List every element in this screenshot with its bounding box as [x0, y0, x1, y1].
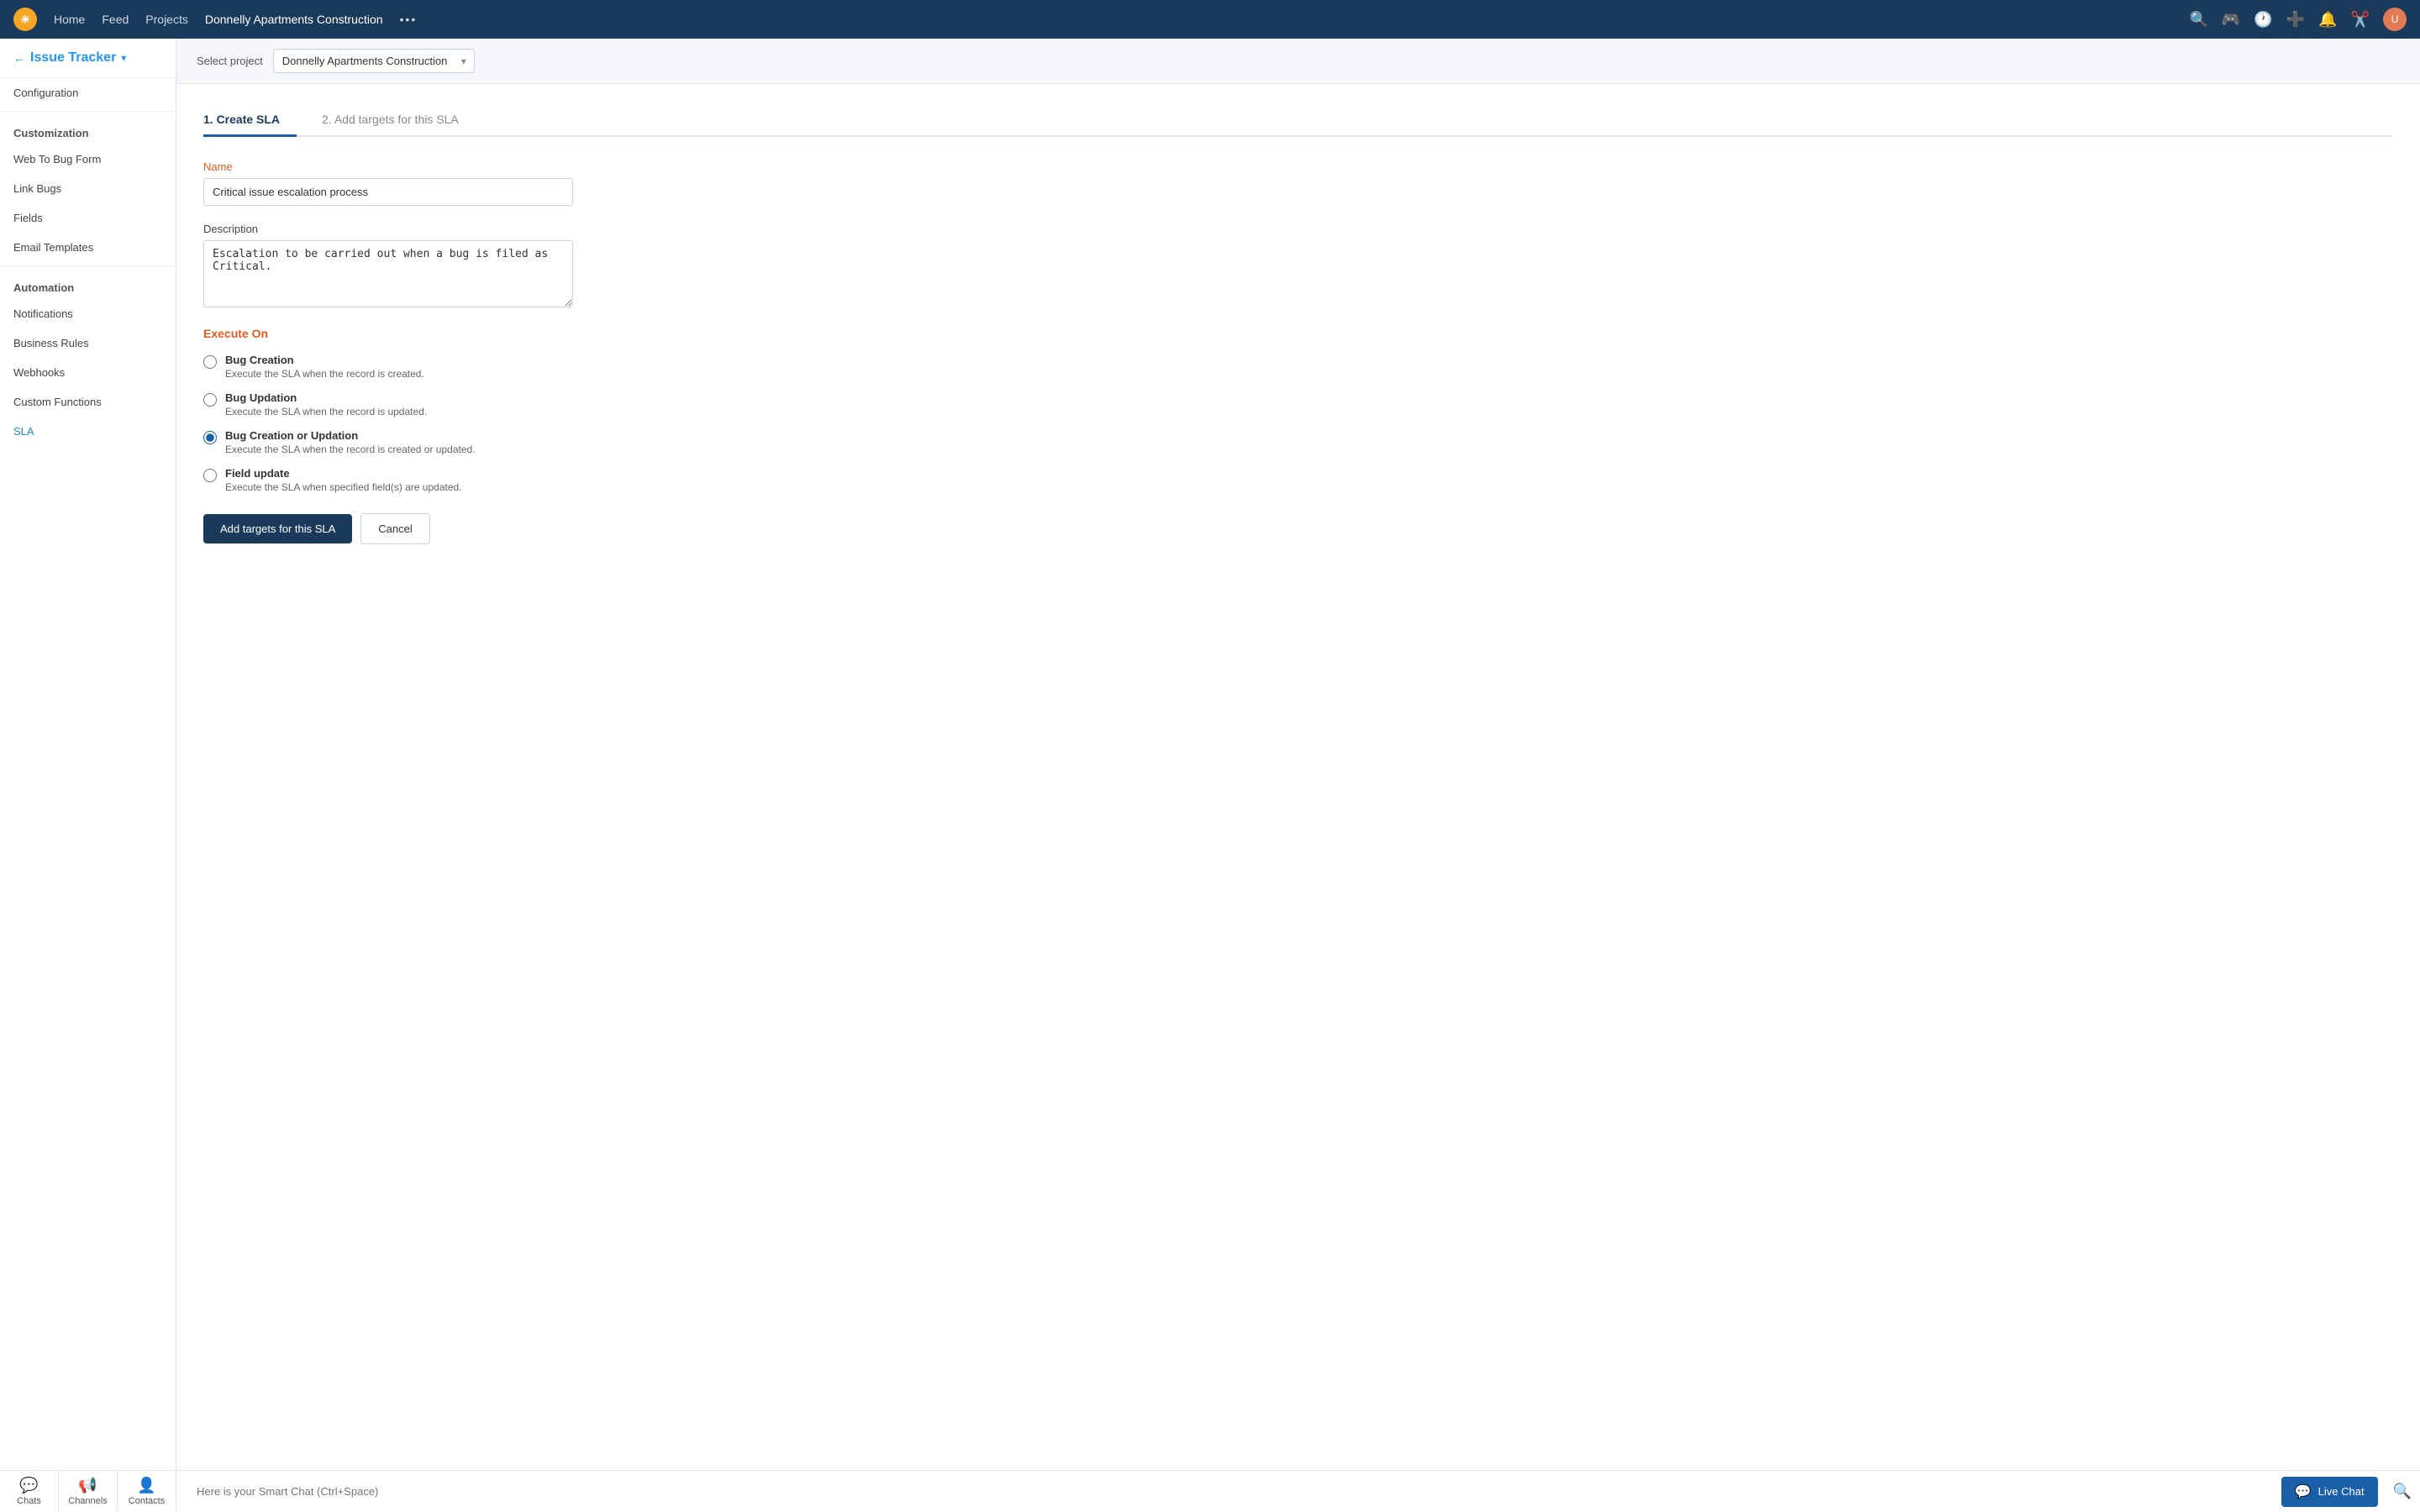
radio-bug-updation-desc: Execute the SLA when the record is updat… [225, 406, 427, 417]
smart-chat-input[interactable] [197, 1485, 2261, 1498]
top-nav-action-icons: 🔍 🎮 🕐 ➕ 🔔 ✂️ U [2189, 8, 2407, 31]
search-icon[interactable]: 🔍 [2189, 11, 2207, 29]
sidebar-item-business-rules[interactable]: Business Rules [0, 328, 176, 358]
radio-field-update-label: Field update [225, 467, 462, 480]
bottom-left-tabs: 💬 Chats 📢 Channels 👤 Contacts [0, 1472, 176, 1511]
radio-bug-creation-label: Bug Creation [225, 354, 424, 366]
sidebar-item-link-bugs[interactable]: Link Bugs [0, 174, 176, 203]
live-chat-icon: 💬 [2295, 1483, 2312, 1500]
cancel-button[interactable]: Cancel [360, 513, 429, 544]
live-chat-label: Live Chat [2318, 1485, 2365, 1498]
channels-label: Channels [68, 1496, 107, 1506]
tab-create-sla[interactable]: 1. Create SLA [203, 104, 297, 137]
name-field-group: Name [203, 160, 2393, 206]
sidebar-title[interactable]: Issue Tracker [30, 50, 116, 66]
execute-on-group: Execute On Bug Creation Execute the SLA … [203, 327, 2393, 493]
sidebar-header: ← Issue Tracker ▾ [0, 39, 176, 78]
chats-icon: 💬 [19, 1477, 38, 1494]
sidebar-item-webhooks[interactable]: Webhooks [0, 358, 176, 387]
nav-feed[interactable]: Feed [102, 13, 129, 26]
sidebar-dropdown-icon[interactable]: ▾ [121, 52, 126, 64]
sidebar-item-sla[interactable]: SLA [0, 417, 176, 446]
channels-icon: 📢 [78, 1477, 97, 1494]
bell-icon[interactable]: 🔔 [2318, 11, 2337, 29]
radio-creation-or-updation-desc: Execute the SLA when the record is creat… [225, 444, 476, 455]
sidebar-item-web-to-bug-form[interactable]: Web To Bug Form [0, 144, 176, 174]
automation-section-label: Automation [0, 270, 176, 299]
radio-creation-or-updation-label: Bug Creation or Updation [225, 429, 476, 442]
sidebar-item-notifications[interactable]: Notifications [0, 299, 176, 328]
name-label: Name [203, 160, 2393, 173]
project-select-wrapper: Donnelly Apartments Construction [273, 49, 475, 73]
radio-bug-updation-input[interactable] [203, 393, 217, 407]
tab-add-targets[interactable]: 2. Add targets for this SLA [322, 104, 476, 137]
execute-on-label: Execute On [203, 327, 2393, 340]
radio-bug-creation-desc: Execute the SLA when the record is creat… [225, 368, 424, 380]
chats-label: Chats [17, 1496, 41, 1506]
form-area: 1. Create SLA 2. Add targets for this SL… [176, 84, 2420, 1470]
top-nav-links: Home Feed Projects [54, 13, 188, 26]
nav-home[interactable]: Home [54, 13, 85, 26]
smart-chat-area [176, 1485, 2281, 1498]
project-select[interactable]: Donnelly Apartments Construction [273, 49, 475, 73]
back-icon[interactable]: ← [13, 51, 25, 65]
sidebar-item-custom-functions[interactable]: Custom Functions [0, 387, 176, 417]
nav-more-options[interactable]: ••• [400, 13, 418, 26]
project-bar-label: Select project [197, 55, 263, 67]
bottom-tab-channels[interactable]: 📢 Channels [59, 1472, 118, 1511]
content-area: Select project Donnelly Apartments Const… [176, 39, 2420, 1470]
project-bar: Select project Donnelly Apartments Const… [176, 39, 2420, 84]
bottom-search-icon[interactable]: 🔍 [2385, 1483, 2420, 1500]
sidebar: ← Issue Tracker ▾ Configuration Customiz… [0, 39, 176, 1470]
live-chat-button[interactable]: 💬 Live Chat [2281, 1477, 2378, 1507]
sidebar-item-email-templates[interactable]: Email Templates [0, 233, 176, 262]
add-targets-button[interactable]: Add targets for this SLA [203, 514, 352, 543]
sidebar-item-configuration[interactable]: Configuration [0, 78, 176, 108]
name-input[interactable] [203, 178, 573, 206]
app-logo[interactable]: ☀ [13, 8, 37, 31]
form-buttons: Add targets for this SLA Cancel [203, 513, 2393, 544]
contacts-icon: 👤 [137, 1477, 155, 1494]
radio-creation-or-updation-input[interactable] [203, 431, 217, 444]
radio-bug-updation: Bug Updation Execute the SLA when the re… [203, 391, 2393, 417]
radio-field-update: Field update Execute the SLA when specif… [203, 467, 2393, 493]
bottom-bar: 💬 Chats 📢 Channels 👤 Contacts 💬 Live Cha… [0, 1470, 2420, 1512]
bottom-tab-chats[interactable]: 💬 Chats [0, 1472, 59, 1511]
radio-field-update-input[interactable] [203, 469, 217, 482]
radio-bug-creation-or-updation: Bug Creation or Updation Execute the SLA… [203, 429, 2393, 455]
description-field-group: Description Escalation to be carried out… [203, 223, 2393, 310]
add-icon[interactable]: ➕ [2286, 11, 2305, 29]
nav-projects[interactable]: Projects [145, 13, 188, 26]
gamepad-icon[interactable]: 🎮 [2222, 11, 2240, 29]
bottom-tab-contacts[interactable]: 👤 Contacts [118, 1472, 176, 1511]
radio-field-update-desc: Execute the SLA when specified field(s) … [225, 481, 462, 493]
sla-tabs: 1. Create SLA 2. Add targets for this SL… [203, 104, 2393, 137]
radio-bug-updation-label: Bug Updation [225, 391, 427, 404]
top-nav: ☀ Home Feed Projects Donnelly Apartments… [0, 0, 2420, 39]
sidebar-divider-1 [0, 111, 176, 112]
clock-icon[interactable]: 🕐 [2254, 11, 2272, 29]
description-textarea[interactable]: Escalation to be carried out when a bug … [203, 240, 573, 307]
customization-section-label: Customization [0, 115, 176, 144]
sidebar-divider-2 [0, 265, 176, 266]
radio-bug-creation: Bug Creation Execute the SLA when the re… [203, 354, 2393, 380]
avatar[interactable]: U [2383, 8, 2407, 31]
description-label: Description [203, 223, 2393, 235]
sidebar-item-fields[interactable]: Fields [0, 203, 176, 233]
contacts-label: Contacts [129, 1496, 165, 1506]
scissors-icon[interactable]: ✂️ [2351, 11, 2370, 29]
radio-bug-creation-input[interactable] [203, 355, 217, 369]
nav-project-name[interactable]: Donnelly Apartments Construction [205, 13, 383, 26]
